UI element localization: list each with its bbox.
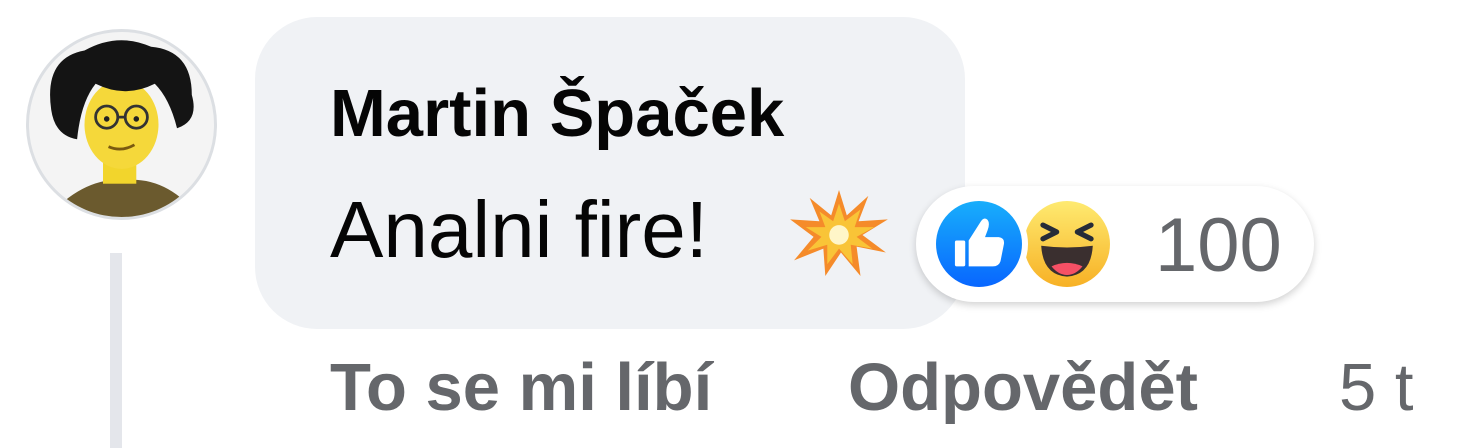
reaction-count: 100 bbox=[1155, 203, 1282, 288]
reply-button[interactable]: Odpovědět bbox=[848, 354, 1198, 421]
reactions-summary[interactable]: 100 bbox=[916, 186, 1314, 302]
cartoon-avatar-icon bbox=[29, 32, 214, 217]
like-icon bbox=[930, 195, 1028, 293]
comment-author-name[interactable]: Martin Špaček bbox=[330, 80, 784, 147]
comment-thread: Martin Špaček Analni fire! 100 To se mi … bbox=[0, 0, 1474, 448]
thread-line bbox=[110, 253, 122, 448]
like-button[interactable]: To se mi líbí bbox=[330, 354, 712, 421]
comment-text: Analni fire! bbox=[330, 185, 708, 274]
author-avatar[interactable] bbox=[26, 29, 217, 220]
comment-bubble bbox=[255, 17, 965, 329]
comment-timestamp[interactable]: 5 t bbox=[1339, 354, 1414, 421]
collision-icon bbox=[790, 190, 888, 276]
haha-icon bbox=[1018, 195, 1116, 293]
